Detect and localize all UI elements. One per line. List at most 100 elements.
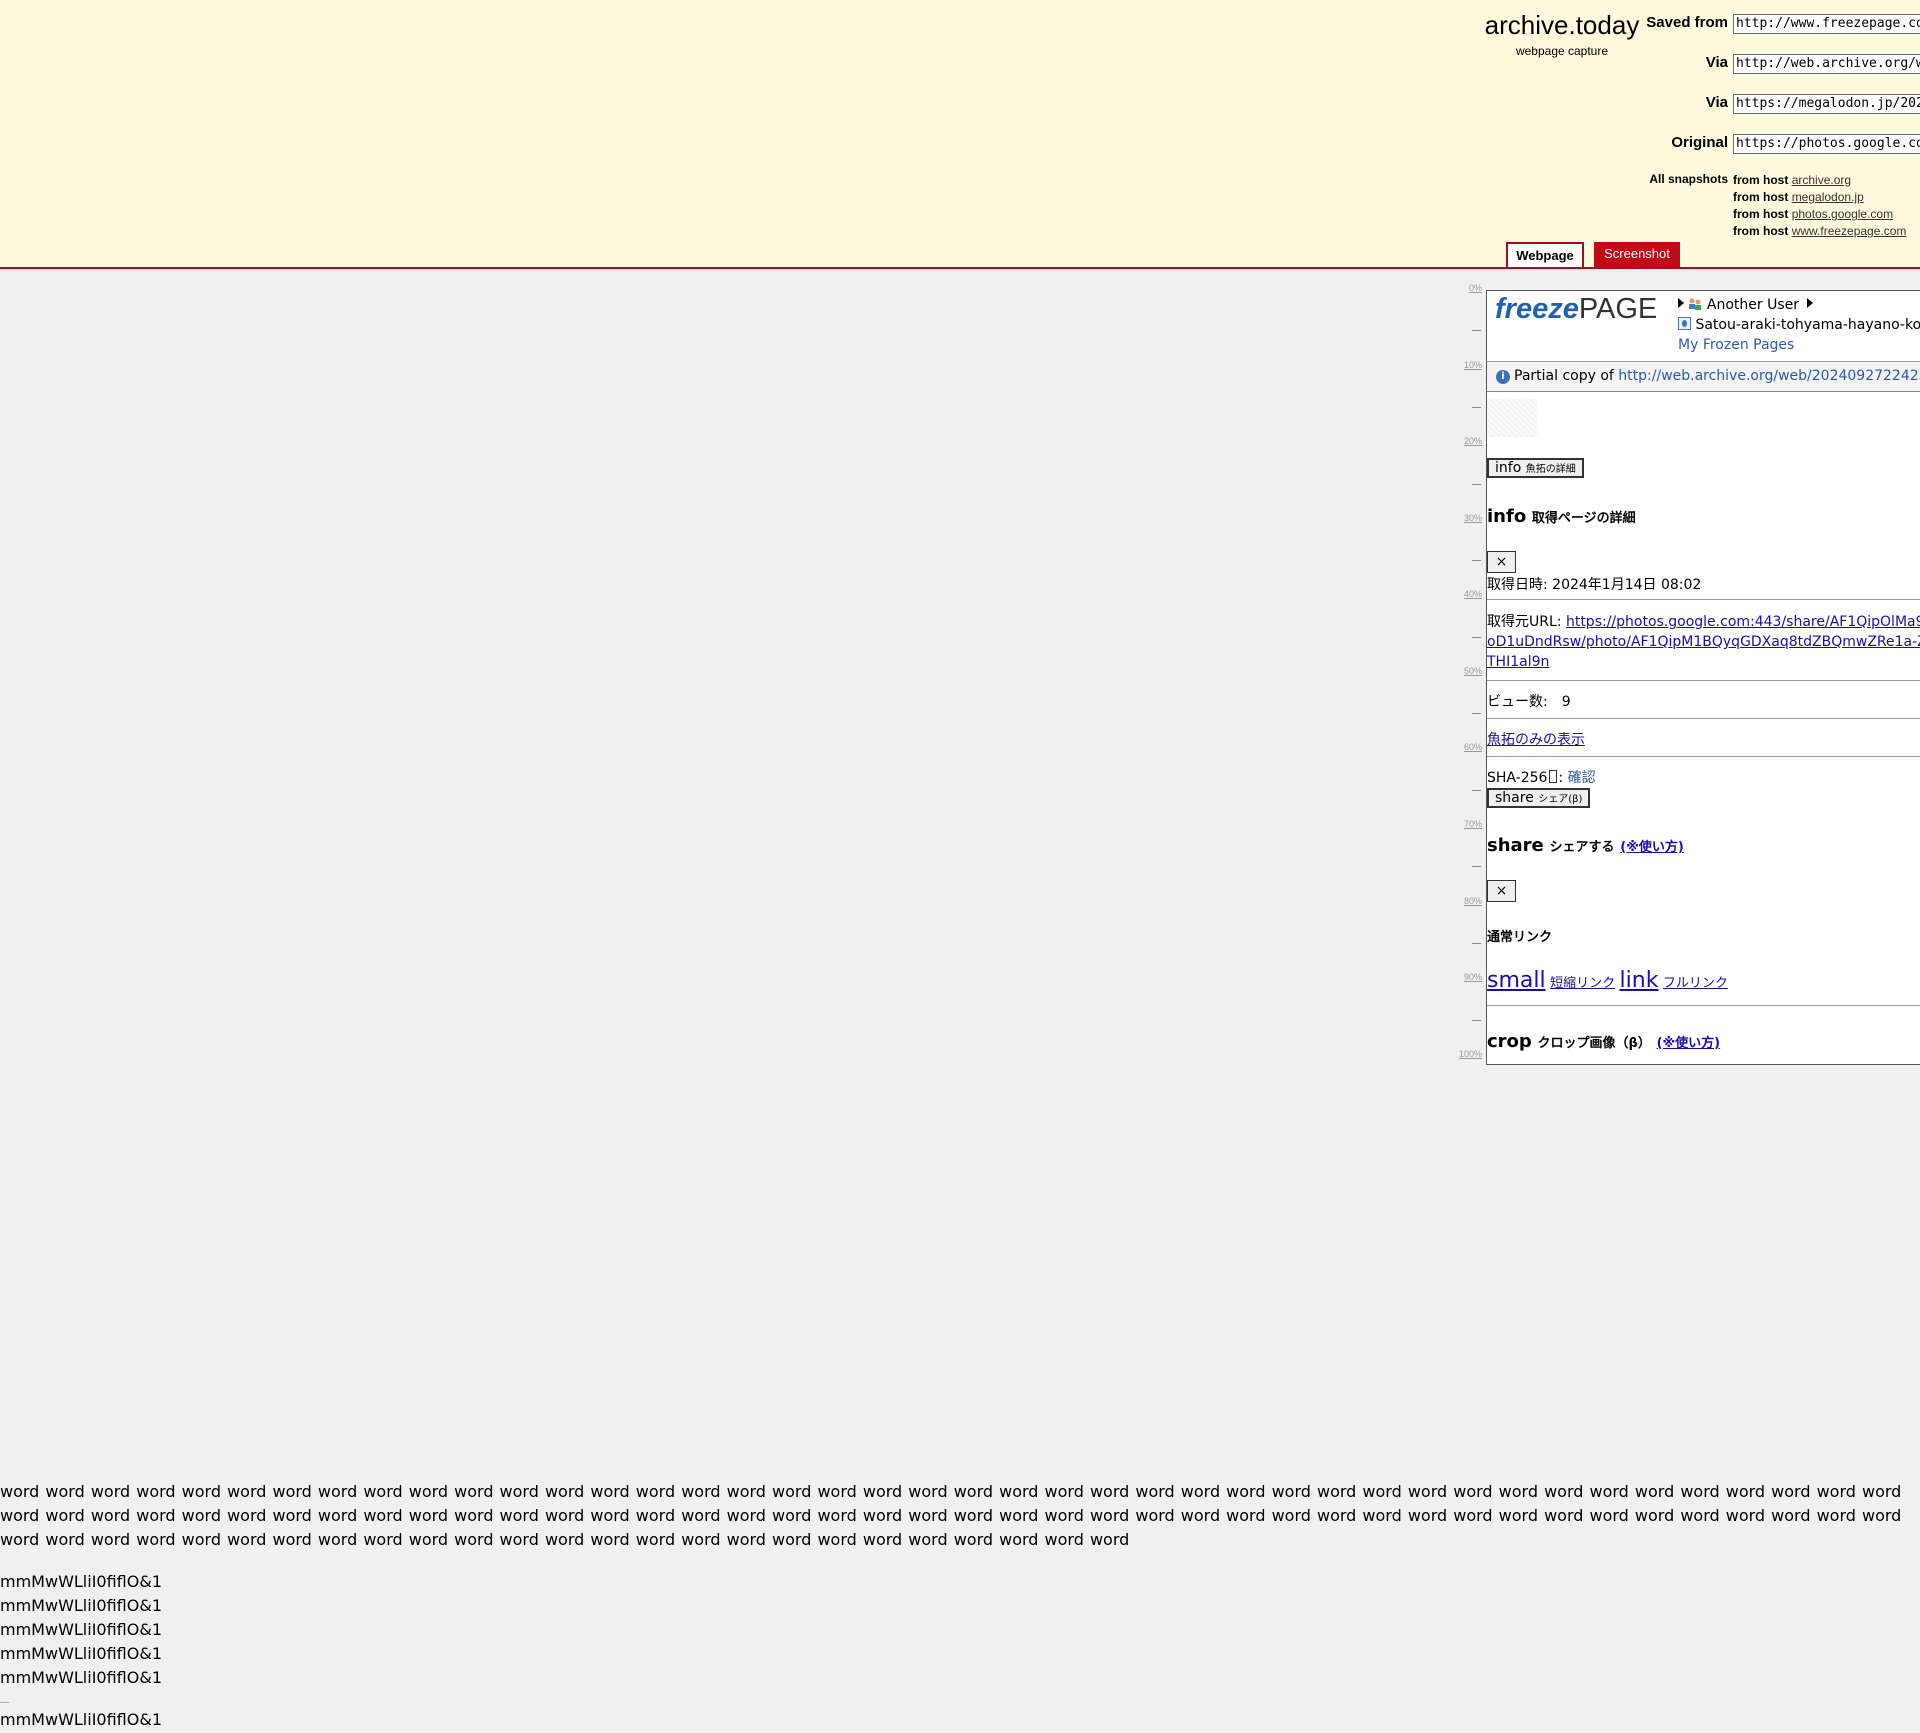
ruler-tick-50[interactable]: 50% — [1458, 666, 1482, 676]
close-info-button[interactable]: × — [1487, 551, 1516, 573]
glyph-line: mmMwWLliI0fiflO&1 — [0, 1572, 162, 1591]
snapshot-host-item: from host www.freezepage.com — [1733, 223, 1906, 240]
all-snapshots-label: All snapshots — [1649, 172, 1728, 186]
logo-page-text: PAGE — [1578, 293, 1658, 325]
ruler-tick-20[interactable]: 20% — [1458, 436, 1482, 446]
ruler-tick-40[interactable]: 40% — [1458, 589, 1482, 599]
short-link[interactable]: 短縮リンク — [1550, 976, 1615, 991]
placeholder-image — [1487, 399, 1537, 437]
snapshot-host-item: from host megalodon.jp — [1733, 189, 1906, 206]
via-label: Via — [1705, 94, 1728, 111]
ruler-tick-30[interactable]: 30% — [1458, 513, 1482, 523]
triangle-right-icon — [1807, 298, 1814, 308]
source-url-link[interactable]: oD1uDndRsw/photo/AF1QipM1BQyqGDXaq8tdZBQ… — [1487, 634, 1920, 650]
divider — [1487, 1005, 1920, 1006]
sha-row: SHA-256: 確認 — [1487, 767, 1596, 787]
ruler-tick-70[interactable]: 70% — [1458, 819, 1482, 829]
info-button[interactable]: info 魚拓の詳細 — [1487, 458, 1584, 478]
via-input-2[interactable]: https://megalodon.jp/2024-01 — [1733, 94, 1920, 114]
ruler-dash — [1472, 560, 1481, 561]
divider — [1487, 599, 1920, 600]
frozen-page-name[interactable]: Satou-araki-tohyama-hayano-koro — [1678, 317, 1920, 333]
source-url-block: 取得元URL: https://photos.google.com:443/sh… — [1487, 612, 1920, 672]
via-label: Via — [1705, 54, 1728, 71]
via-input-1[interactable]: http://web.archive.org/web/20 — [1733, 54, 1920, 74]
info-heading-sub: 取得ページの詳細 — [1531, 511, 1636, 526]
from-host-label: from host — [1733, 207, 1789, 221]
ruler-dash — [1472, 407, 1481, 408]
share-howto-link[interactable]: (※使い方) — [1620, 840, 1684, 855]
share-button[interactable]: share シェア(β) — [1487, 788, 1591, 808]
ruler-tick-0[interactable]: 0% — [1458, 283, 1482, 293]
freezepage-logo[interactable]: freezePAGE — [1495, 293, 1657, 326]
glyph-line: mmMwWLliI0fiflO&1 — [0, 1668, 162, 1687]
source-url-link[interactable]: THI1al9n — [1487, 654, 1549, 670]
crop-heading: crop クロップ画像（β） (※使い方) — [1487, 1031, 1720, 1052]
from-host-label: from host — [1733, 224, 1789, 238]
normal-link-heading: 通常リンク — [1487, 930, 1553, 945]
page-name-text: Satou-araki-tohyama-hayano-koro — [1695, 317, 1920, 333]
word-paragraph: word word word word word word word word … — [0, 1482, 1902, 1549]
glyph-line: mmMwWLliI0fiflO&1 — [0, 1644, 162, 1663]
partial-copy-link[interactable]: http://web.archive.org/web/2024092722423… — [1618, 368, 1920, 384]
source-url-line: 取得元URL: https://photos.google.com:443/sh… — [1487, 612, 1920, 632]
source-url-link[interactable]: https://photos.google.com:443/share/AF1Q… — [1566, 614, 1920, 630]
ruler-dash — [1472, 713, 1481, 714]
crop-howto-link[interactable]: (※使い方) — [1657, 1036, 1721, 1051]
ruler-tick-80[interactable]: 80% — [1458, 896, 1482, 906]
from-host-label: from host — [1733, 190, 1789, 204]
info-heading: info 取得ページの詳細 — [1487, 506, 1636, 527]
host-link-archive-org[interactable]: archive.org — [1792, 173, 1851, 187]
share-button-sub: シェア(β) — [1538, 794, 1583, 805]
saved-from-input[interactable]: http://www.freezepage.com/1 — [1733, 14, 1920, 34]
link-link[interactable]: link — [1620, 968, 1659, 993]
ruler-tick-90[interactable]: 90% — [1458, 972, 1482, 982]
missing-glyph-icon — [1549, 770, 1558, 783]
host-link-freezepage[interactable]: www.freezepage.com — [1792, 224, 1907, 238]
share-heading: share シェアする (※使い方) — [1487, 835, 1684, 856]
gyotaku-only-link[interactable]: 魚拓のみの表示 — [1487, 729, 1585, 749]
ruler-tick-60[interactable]: 60% — [1458, 742, 1482, 752]
close-share-button[interactable]: × — [1487, 880, 1516, 902]
ruler-tick-10[interactable]: 10% — [1458, 360, 1482, 370]
share-button-label: share — [1495, 790, 1534, 806]
info-icon: i — [1496, 370, 1510, 384]
archive-header: archive.today webpage capture Saved from… — [0, 0, 1920, 269]
host-link-photos-google[interactable]: photos.google.com — [1792, 207, 1893, 221]
partial-copy-label: Partial copy of — [1514, 368, 1614, 384]
ruler-dash — [1472, 330, 1481, 331]
gyotaku-only-link-text[interactable]: 魚拓のみの表示 — [1487, 732, 1585, 748]
small-link[interactable]: small — [1487, 968, 1546, 993]
host-link-megalodon[interactable]: megalodon.jp — [1792, 190, 1864, 204]
snapshots-host-list: from host archive.org from host megalodo… — [1733, 172, 1906, 240]
info-button-sub: 魚拓の詳細 — [1525, 464, 1576, 475]
original-input[interactable]: https://photos.google.com/sh — [1733, 134, 1920, 154]
user-menu[interactable]: Another User — [1678, 297, 1814, 313]
logo-freeze-text: freeze — [1495, 293, 1579, 325]
my-frozen-pages-link[interactable]: My Frozen Pages — [1678, 337, 1794, 353]
ruler-tick-100[interactable]: 100% — [1458, 1049, 1482, 1059]
original-label: Original — [1671, 134, 1728, 151]
partial-copy-bar: i Partial copy of http://web.archive.org/… — [1487, 362, 1920, 392]
source-url-line: oD1uDndRsw/photo/AF1QipM1BQyqGDXaq8tdZBQ… — [1487, 632, 1920, 652]
share-heading-label: share — [1487, 835, 1544, 856]
info-heading-label: info — [1487, 506, 1527, 527]
snapshot-host-item: from host archive.org — [1733, 172, 1906, 189]
ruler-dash — [1472, 637, 1481, 638]
tab-screenshot[interactable]: Screenshot — [1594, 242, 1680, 267]
freezepage-header: freezePAGE Another User Satou-araki-tohy… — [1487, 291, 1920, 362]
sha-confirm-link[interactable]: 確認 — [1568, 770, 1596, 786]
divider — [1487, 718, 1920, 719]
tab-webpage[interactable]: Webpage — [1506, 242, 1584, 267]
ruler-dash — [1472, 943, 1481, 944]
full-link[interactable]: フルリンク — [1663, 976, 1728, 991]
crop-heading-sub: クロップ画像（β） — [1537, 1036, 1651, 1051]
ruler-dash — [1472, 790, 1481, 791]
glyph-line: mmMwWLliI0fiflO&1 — [0, 1710, 162, 1729]
glyph-line: mmMwWLliI0fiflO&1 — [0, 1620, 162, 1639]
share-links-row: small 短縮リンク link フルリンク — [1487, 968, 1728, 993]
triangle-right-icon — [1678, 298, 1684, 308]
crop-heading-label: crop — [1487, 1031, 1532, 1052]
saved-from-label: Saved from — [1646, 14, 1728, 31]
fetched-date: 取得日時: 2024年1月14日 08:02 — [1487, 577, 1702, 593]
